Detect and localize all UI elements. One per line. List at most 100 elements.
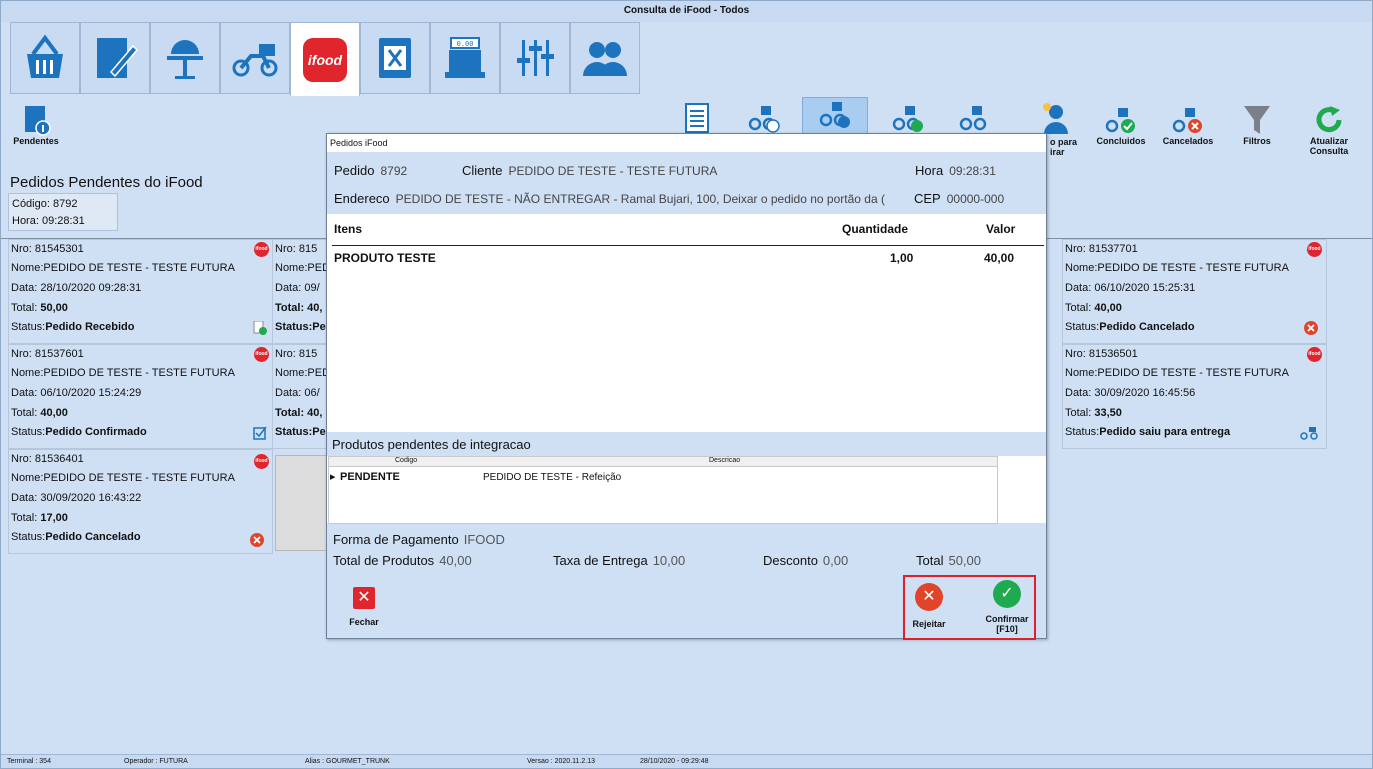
module-tab-tables[interactable] xyxy=(150,22,220,94)
confirm-check-icon: ✓ xyxy=(993,580,1021,608)
order-card[interactable]: Nro: 81537701 ifood Nome:PEDIDO DE TESTE… xyxy=(1062,239,1327,344)
pend-grid-header: Codigo Descricao xyxy=(329,457,997,467)
card-total: Total: 40,00 xyxy=(1065,302,1122,314)
motorcycle-add-icon xyxy=(892,106,923,132)
order-card[interactable]: Nro: 81537601 ifood Nome:PEDIDO DE TESTE… xyxy=(8,344,273,449)
status-operador: Operador : FUTURA xyxy=(124,758,188,765)
card-total: Total: 40,00 xyxy=(11,407,68,419)
pendentes-grid[interactable]: Codigo Descricao ▸ PENDENTE PEDIDO DE TE… xyxy=(328,456,998,524)
card-status: Status:Pedido Recebido xyxy=(11,321,135,333)
fechar-button[interactable]: ✕ Fechar xyxy=(344,587,384,627)
list-view-button[interactable] xyxy=(680,102,714,134)
pronto-para-retirar-button[interactable] xyxy=(1032,102,1082,134)
hora-label: Hora: 09:28:31 xyxy=(12,215,85,227)
delivery-out-button[interactable] xyxy=(955,102,995,134)
checkbox-icon xyxy=(253,426,267,440)
cash-register-icon: 0.00 xyxy=(445,37,485,78)
confirmar-label: Confirmar xyxy=(985,614,1029,624)
module-tab-users[interactable] xyxy=(570,22,640,94)
pend-codigo: PENDENTE xyxy=(340,471,400,483)
funnel-icon xyxy=(1244,106,1270,134)
card-data: Data: 28/10/2020 09:28:31 xyxy=(11,282,142,294)
card-nome: Nome:PEDIDO DE TESTE - TESTE FUTURA xyxy=(1065,262,1289,274)
card-nro: Nro: 81537601 xyxy=(11,348,84,360)
module-tab-menu[interactable] xyxy=(360,22,430,94)
order-card[interactable]: Nro: 81536401 ifood Nome:PEDIDO DE TESTE… xyxy=(8,449,273,554)
atualizar-label-2: Consulta xyxy=(1309,146,1349,156)
hora-field: Hora 09:28:31 xyxy=(915,163,996,178)
motorcycle-cancel-icon xyxy=(1172,108,1202,133)
cep-field: CEP 00000-000 xyxy=(914,191,1005,206)
card-nome: Nome:PEDIDO DE TESTE - TESTE FUTURA xyxy=(11,367,235,379)
module-tab-cash[interactable]: 0.00 xyxy=(430,22,500,94)
confirmar-button[interactable]: ✓ Confirmar [F10] xyxy=(982,580,1032,634)
card-status: Status:Pe xyxy=(275,426,326,438)
motorcycle-clock-icon xyxy=(748,106,780,133)
empty-card xyxy=(275,455,331,551)
card-status: Status:Pedido Cancelado xyxy=(1065,321,1195,333)
pedido-field: Pedido 8792 xyxy=(334,163,408,178)
card-total: Total: 40, xyxy=(275,407,323,419)
motorcycle-check-icon xyxy=(1105,108,1135,133)
card-status: Status:Pedido Confirmado xyxy=(11,426,147,438)
codigo-label: Código: 8792 xyxy=(12,198,78,210)
serving-table-icon xyxy=(167,40,203,79)
card-total: Total: 17,00 xyxy=(11,512,68,524)
module-tab-notepad[interactable] xyxy=(80,22,150,94)
card-total: Total: 33,50 xyxy=(1065,407,1122,419)
card-status: Status:Pedido Cancelado xyxy=(11,531,141,543)
total: Total 50,00 xyxy=(916,553,982,568)
module-tabs: ifood 0.00 xyxy=(10,22,640,96)
motorcycle-info-icon xyxy=(819,102,850,128)
status-terminal: Terminal : 354 xyxy=(7,758,51,765)
module-tab-settings[interactable] xyxy=(500,22,570,94)
order-code-box: Código: 8792 Hora: 09:28:31 xyxy=(8,193,118,231)
module-tab-delivery[interactable] xyxy=(220,22,290,94)
order-card[interactable]: Nro: 815 Nome:PED Data: 06/ Total: 40, S… xyxy=(272,344,332,449)
total-produtos: Total de Produtos 40,00 xyxy=(333,553,472,568)
atualizar-consulta-button[interactable]: Atualizar Consulta xyxy=(1303,104,1355,156)
module-tab-ifood[interactable]: ifood xyxy=(290,22,360,96)
card-nome: Nome:PEDIDO DE TESTE - TESTE FUTURA xyxy=(1065,367,1289,379)
col-valor: Valor xyxy=(986,222,1016,236)
new-document-icon xyxy=(253,321,267,335)
users-icon xyxy=(583,42,627,76)
col-quantidade: Quantidade xyxy=(842,222,909,236)
card-nro: Nro: 81536501 xyxy=(1065,348,1138,360)
ifood-badge-icon: ifood xyxy=(254,454,269,469)
items-header-line xyxy=(332,245,1044,246)
basket-icon xyxy=(27,34,63,78)
card-data: Data: 06/10/2020 15:25:31 xyxy=(1065,282,1196,294)
card-data: Data: 30/09/2020 16:43:22 xyxy=(11,492,142,504)
pendentes-label: Pendentes xyxy=(13,136,59,146)
status-versao: Versao : 2020.11.2.13 xyxy=(527,758,595,765)
filtros-label: Filtros xyxy=(1243,136,1271,146)
ifood-badge-icon: ifood xyxy=(1307,347,1322,362)
rejeitar-button[interactable]: ✕ Rejeitar xyxy=(906,583,952,629)
card-nro: Nro: 815 xyxy=(275,243,318,255)
motorcycle-out-icon xyxy=(959,106,987,131)
cancelados-label: Cancelados xyxy=(1162,136,1214,146)
pendentes-title: Produtos pendentes de integracao xyxy=(332,437,531,452)
module-tab-basket[interactable] xyxy=(10,22,80,94)
pronto-para-retirar-line2: irar xyxy=(1050,147,1065,157)
ifood-badge-icon: ifood xyxy=(1307,242,1322,257)
order-card[interactable]: Nro: 815 Nome:PED Data: 09/ Total: 40, S… xyxy=(272,239,332,344)
rejeitar-label: Rejeitar xyxy=(912,619,946,629)
order-card[interactable]: Nro: 81536501 ifood Nome:PEDIDO DE TESTE… xyxy=(1062,344,1327,449)
info-delivery-button[interactable] xyxy=(802,97,868,137)
concluidos-button[interactable]: Concluidos xyxy=(1093,104,1149,146)
delivery-icon xyxy=(1300,427,1318,440)
scheduled-delivery-button[interactable] xyxy=(744,102,784,134)
close-icon: ✕ xyxy=(353,587,375,609)
add-delivery-button[interactable] xyxy=(888,102,928,134)
cancelados-button[interactable]: Cancelados xyxy=(1160,104,1216,146)
card-data: Data: 09/ xyxy=(275,282,320,294)
items-table xyxy=(327,214,1046,432)
card-total: Total: 50,00 xyxy=(11,302,68,314)
card-nro: Nro: 81537701 xyxy=(1065,243,1138,255)
order-card[interactable]: Nro: 81545301 ifood Nome:PEDIDO DE TESTE… xyxy=(8,239,273,344)
card-nome: Nome:PEDIDO DE TESTE - TESTE FUTURA xyxy=(11,262,235,274)
filtros-button[interactable]: Filtros xyxy=(1237,104,1277,146)
pendentes-button[interactable]: Pendentes xyxy=(13,104,59,146)
